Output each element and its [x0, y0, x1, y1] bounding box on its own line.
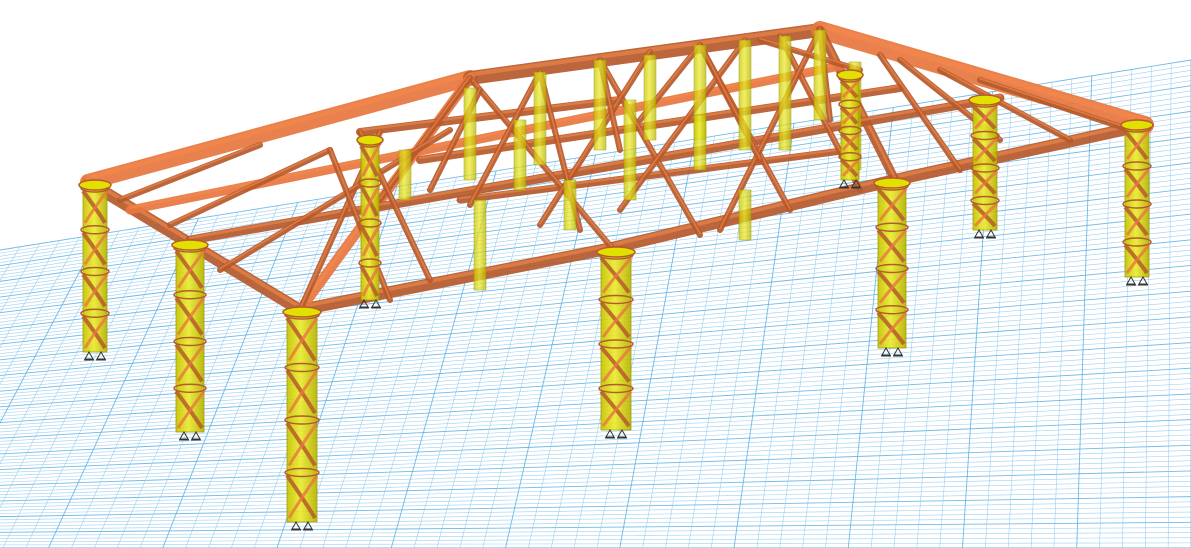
- structural-model-view[interactable]: [0, 0, 1191, 548]
- grid-line: [436, 164, 537, 548]
- eave-beam: [606, 174, 901, 254]
- column-cap: [171, 239, 209, 251]
- pinned-support-icon: [191, 430, 201, 440]
- column-cap: [968, 94, 1002, 106]
- column: [1120, 119, 1154, 278]
- roof-post: [738, 189, 752, 241]
- column-cap: [596, 246, 636, 258]
- column-cap: [1120, 119, 1154, 131]
- roof-post: [533, 71, 547, 166]
- column-cap: [873, 177, 911, 189]
- grid-line: [482, 158, 576, 548]
- column: [356, 134, 384, 301]
- grid-line: [0, 506, 1191, 524]
- pinned-support-icon: [893, 346, 903, 356]
- grid-line: [0, 491, 1191, 514]
- pinned-support-icon: [179, 430, 201, 441]
- roof-post: [593, 59, 607, 151]
- roof-post: [473, 199, 487, 291]
- roof-post: [623, 99, 637, 201]
- grid-line: [0, 501, 1191, 521]
- column: [78, 179, 112, 353]
- column: [171, 239, 209, 433]
- roof-post: [563, 179, 577, 231]
- grid-line: [0, 532, 1191, 539]
- column: [873, 177, 911, 349]
- roof-post: [463, 87, 477, 181]
- grid-line: [1167, 63, 1172, 548]
- column-cap: [356, 134, 384, 146]
- hip-rafter: [80, 70, 478, 190]
- roof-post: [398, 149, 412, 201]
- grid-line: [0, 480, 1191, 508]
- pinned-support-icon: [291, 520, 301, 530]
- pinned-support-icon: [974, 228, 984, 238]
- column: [836, 69, 864, 181]
- roof-post: [513, 119, 527, 191]
- grid-line: [413, 167, 517, 548]
- column-cap: [78, 179, 112, 191]
- column: [596, 246, 636, 431]
- grid-line: [779, 116, 834, 548]
- column-cap: [282, 306, 322, 318]
- grid-line: [0, 527, 1191, 536]
- roof-post: [738, 39, 752, 151]
- 3d-model-viewport[interactable]: [0, 0, 1191, 548]
- column-cap: [836, 69, 864, 81]
- roof-post: [778, 35, 792, 151]
- grid-line: [322, 180, 437, 548]
- grid-line: [0, 537, 1191, 543]
- column: [968, 94, 1002, 231]
- roof-post: [813, 29, 827, 121]
- column: [282, 306, 322, 523]
- roof-post: [693, 114, 707, 171]
- grid-line: [0, 237, 80, 385]
- roof-post: [643, 54, 657, 141]
- pinned-support-icon: [1126, 275, 1136, 285]
- grid-line: [0, 542, 1191, 546]
